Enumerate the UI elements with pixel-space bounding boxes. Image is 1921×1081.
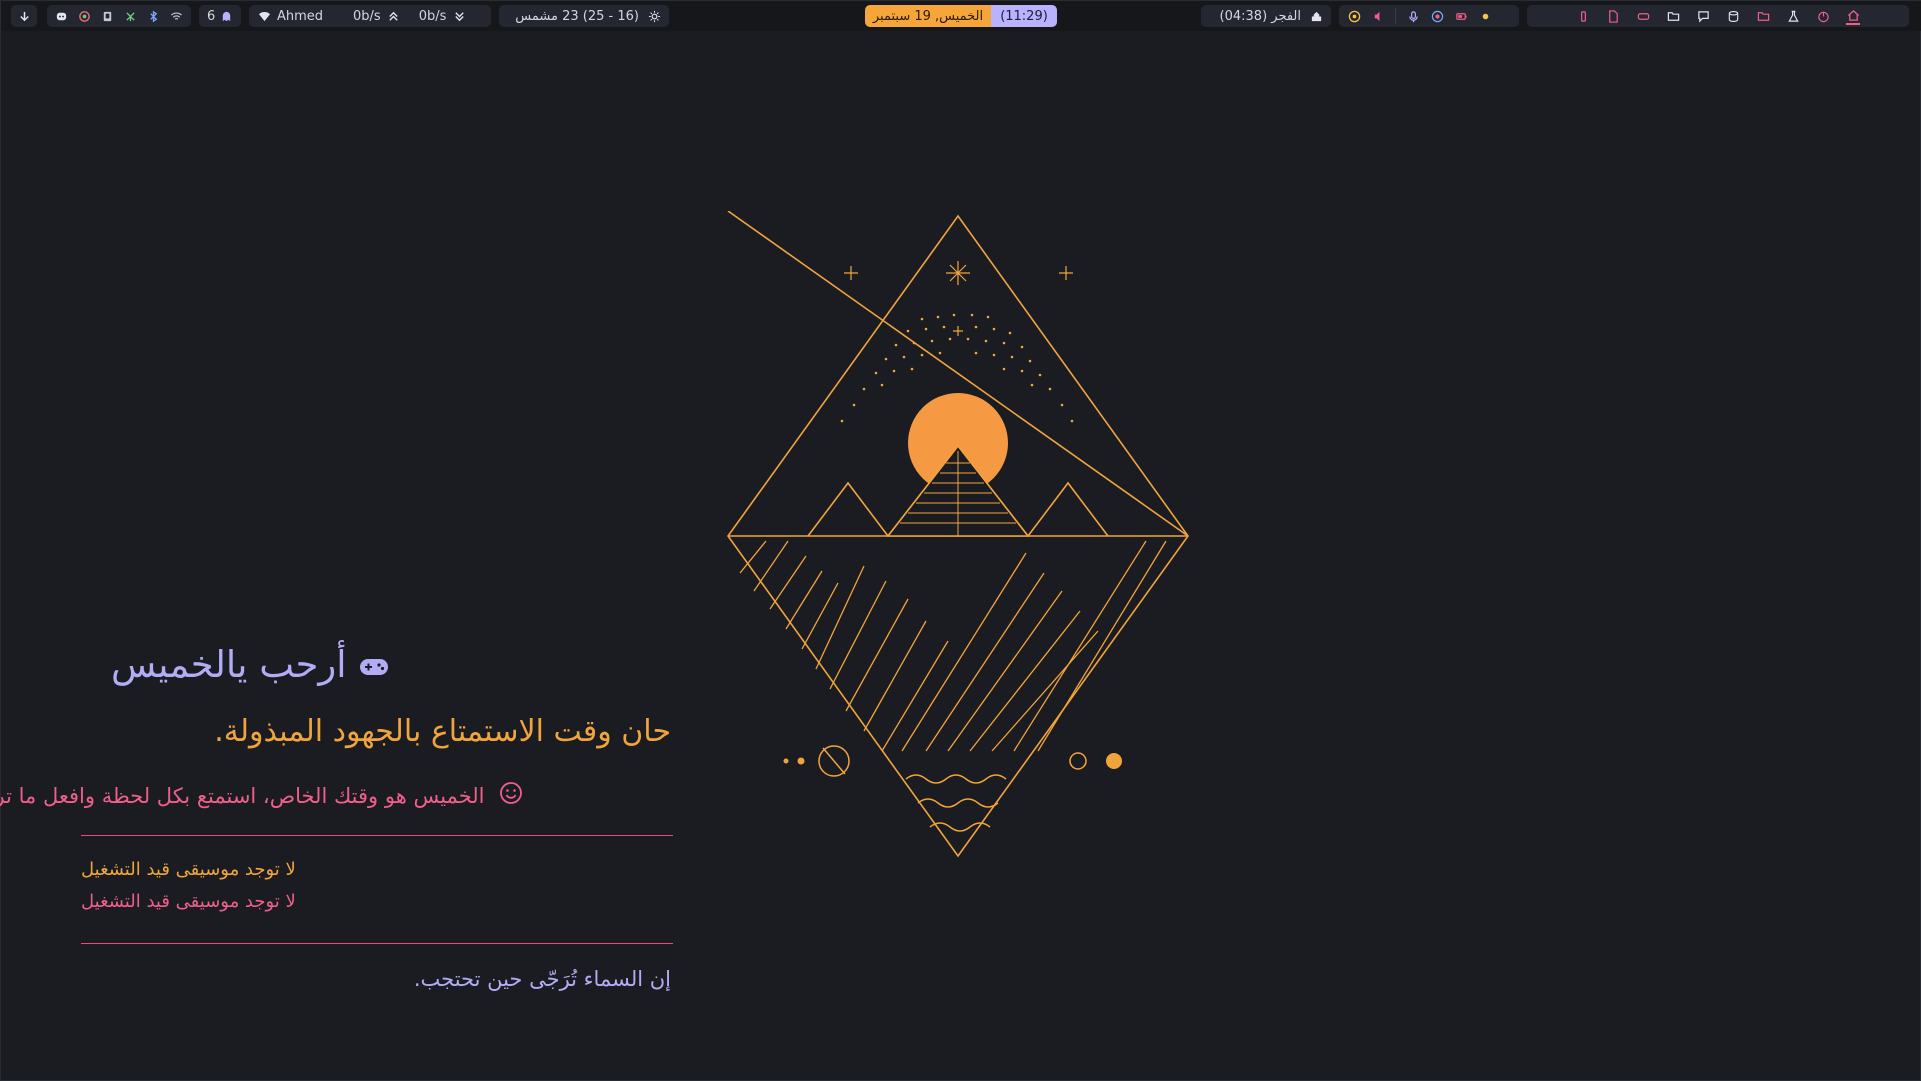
arrow-down-icon — [17, 9, 31, 23]
clock-time: (11:29) — [991, 5, 1057, 27]
workspace-indicator[interactable]: 6 — [199, 5, 241, 27]
prayer-time: الفجر (04:38) — [1219, 8, 1301, 24]
clock-widget[interactable]: الخميس, 19 سبتمبر (11:29) — [865, 5, 1057, 27]
prayer-time-widget[interactable]: الفجر (04:38) — [1201, 5, 1331, 27]
weather-widget[interactable]: (16 - 25) 23 مشمس — [499, 5, 669, 27]
app-tray — [1339, 5, 1519, 27]
top-bar: 6 Ahmed 0b/s 0b/s (16 - 25) 23 مشمس الخم… — [1, 1, 1921, 31]
message-text: الخميس هو وقتك الخاص، استمتع بكل لحظة وا… — [0, 783, 485, 808]
home-icon[interactable] — [1846, 7, 1860, 25]
tray-divider — [1395, 8, 1396, 24]
folder-icon[interactable] — [1756, 9, 1770, 23]
subtitle: حان وقت الاستمتاع بالجهود المبذولة. — [214, 714, 671, 749]
gamepad-icon — [359, 643, 389, 686]
download-speed-icon — [452, 9, 466, 23]
sun-icon — [647, 9, 661, 23]
gamepad-launcher-icon[interactable] — [1636, 9, 1650, 23]
right-pyramid — [1027, 481, 1109, 537]
greeting-heading: أرحب يالخميس — [111, 643, 671, 686]
bluetooth-icon[interactable] — [147, 9, 160, 23]
wifi-icon[interactable] — [170, 9, 183, 23]
target-icon[interactable] — [1347, 9, 1361, 23]
microphone-icon[interactable] — [1406, 9, 1420, 23]
database-icon[interactable] — [1726, 9, 1740, 23]
left-pyramid — [807, 481, 889, 537]
browser-icon[interactable] — [78, 9, 91, 23]
power-icon[interactable] — [1816, 9, 1830, 23]
network-ssid: Ahmed — [277, 8, 324, 24]
workspace-count: 6 — [207, 8, 216, 24]
greeting-text: أرحب يالخميس — [111, 643, 347, 686]
document-icon[interactable] — [1606, 9, 1620, 23]
message-line: الخميس هو وقتك الخاص، استمتع بكل لحظة وا… — [0, 781, 671, 810]
desktop: 6 Ahmed 0b/s 0b/s (16 - 25) 23 مشمس الخم… — [0, 0, 1921, 1081]
download-speed: 0b/s — [418, 8, 447, 24]
recording-icon[interactable] — [1430, 9, 1444, 23]
water-hatching — [739, 540, 1167, 752]
ghost-icon — [219, 9, 233, 23]
battery-icon[interactable] — [1454, 9, 1468, 23]
smiley-icon — [499, 781, 523, 810]
divider-bottom — [81, 943, 673, 944]
brightness-icon[interactable] — [1478, 9, 1492, 23]
waves — [905, 774, 1007, 832]
folder-open-icon[interactable] — [1666, 9, 1680, 23]
upload-speed: 0b/s — [353, 8, 381, 24]
chat-icon[interactable] — [1696, 9, 1710, 23]
clock-date: الخميس, 19 سبتمبر — [865, 5, 991, 27]
weather-text: (16 - 25) 23 مشمس — [515, 8, 639, 24]
upload-icon — [387, 9, 401, 23]
network-icon[interactable] — [124, 9, 137, 23]
display-icon[interactable] — [101, 9, 114, 23]
quote-text: إن السماء تُرَجّى حين تحتجب. — [413, 967, 671, 991]
mosque-icon — [1309, 9, 1323, 23]
divider-top — [81, 835, 673, 836]
discord-icon[interactable] — [55, 9, 68, 23]
volume-icon[interactable] — [1371, 9, 1385, 23]
download-button[interactable] — [11, 5, 37, 27]
music-status-secondary: لا توجد موسيقى قيد التشغيل — [81, 891, 296, 912]
flask-icon[interactable] — [1786, 9, 1800, 23]
music-status-primary: لا توجد موسيقى قيد التشغيل — [81, 859, 296, 880]
launcher-bar — [1527, 5, 1909, 27]
pyramid-diamond-artwork — [727, 211, 1189, 858]
terminal-icon[interactable] — [1576, 9, 1590, 23]
network-widget[interactable]: Ahmed 0b/s 0b/s — [249, 5, 491, 27]
wifi-signal-icon — [257, 9, 271, 23]
system-tray — [47, 5, 191, 27]
